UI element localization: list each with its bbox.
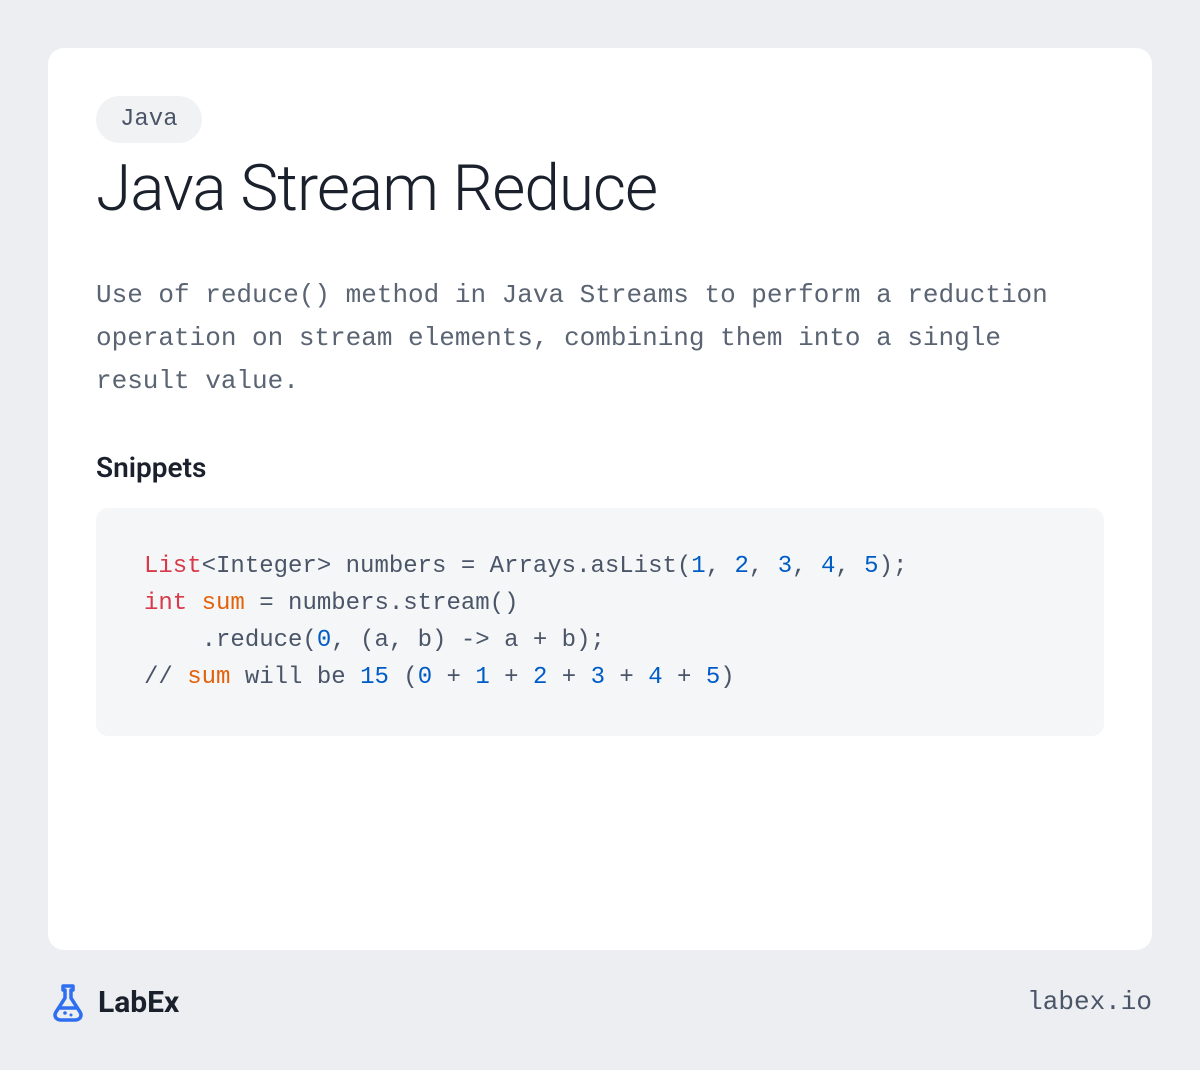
code-token: , [706,553,735,580]
code-token: 0 [418,664,432,691]
code-token: .reduce( [144,627,317,654]
code-token: + [432,664,475,691]
code-token: will be [230,664,360,691]
code-token: = numbers.stream() [245,590,519,617]
code-token: 0 [317,627,331,654]
code-token: // [144,664,187,691]
footer: LabEx labex.io [48,950,1152,1022]
code-token: int [144,590,187,617]
code-token [187,590,201,617]
language-tag: Java [96,96,202,143]
code-token: 1 [691,553,705,580]
code-content: List<Integer> numbers = Arrays.asList(1,… [144,548,1056,697]
code-token: sum [187,664,230,691]
code-token: List [144,553,202,580]
brand-logo: LabEx [48,982,179,1022]
code-token: + [547,664,590,691]
snippets-heading: Snippets [96,451,1104,484]
code-token: , (a, b) -> a + b); [331,627,605,654]
code-token: 5 [706,664,720,691]
code-token: + [605,664,648,691]
code-token: + [663,664,706,691]
page-title: Java Stream Reduce [96,151,1104,226]
code-token: ( [389,664,418,691]
code-token: <Integer> numbers = Arrays.asList( [202,553,692,580]
flask-icon [48,982,88,1022]
brand-name: LabEx [98,985,179,1020]
footer-url: labex.io [1027,987,1152,1017]
code-token: , [835,553,864,580]
code-token: 4 [821,553,835,580]
code-token: ); [879,553,908,580]
code-token: sum [202,590,245,617]
content-card: Java Java Stream Reduce Use of reduce() … [48,48,1152,950]
code-token: 3 [778,553,792,580]
code-snippet: List<Integer> numbers = Arrays.asList(1,… [96,508,1104,737]
code-token: , [749,553,778,580]
code-token: ) [720,664,734,691]
code-token: 3 [591,664,605,691]
code-token: 2 [533,664,547,691]
code-token: , [792,553,821,580]
code-token: 1 [475,664,489,691]
code-token: + [490,664,533,691]
code-token: 5 [864,553,878,580]
description-text: Use of reduce() method in Java Streams t… [96,274,1104,403]
code-token: 2 [735,553,749,580]
code-token: 15 [360,664,389,691]
code-token: 4 [648,664,662,691]
